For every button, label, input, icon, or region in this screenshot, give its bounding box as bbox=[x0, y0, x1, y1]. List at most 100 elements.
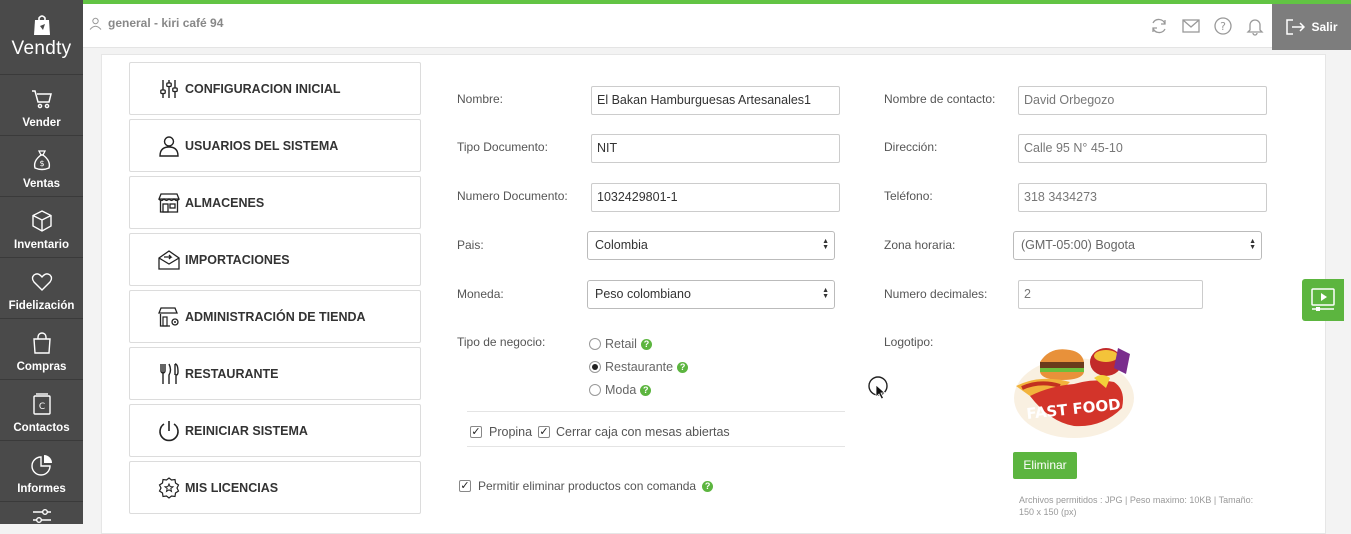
radio-retail[interactable]: Retail ? bbox=[589, 337, 652, 351]
radio-moda[interactable]: Moda ? bbox=[589, 383, 652, 397]
sidebar-item-label: Ventas bbox=[22, 178, 61, 190]
menu-usuarios-del-sistema[interactable]: USUARIOS DEL SISTEMA bbox=[129, 119, 421, 172]
sidebar-item-compras[interactable]: Compras bbox=[0, 319, 83, 380]
menu-label: RESTAURANTE bbox=[185, 366, 279, 381]
sidebar-item-label: Contactos bbox=[13, 422, 70, 434]
sidebar-item-informes[interactable]: Informes bbox=[0, 441, 83, 502]
zona-horaria-select[interactable]: (GMT-05:00) Bogota ▲ ▼ bbox=[1013, 231, 1262, 260]
top-bar: general - kiri café 94 ? Salir bbox=[83, 4, 1351, 50]
logout-label: Salir bbox=[1311, 20, 1338, 34]
menu-mis-licencias[interactable]: MIS LICENCIAS bbox=[129, 461, 421, 514]
svg-text:C: C bbox=[38, 402, 44, 412]
pais-label: Pais: bbox=[457, 238, 484, 252]
help-icon[interactable]: ? bbox=[1213, 16, 1233, 36]
logout-icon bbox=[1286, 19, 1306, 35]
menu-label: ADMINISTRACIÓN DE TIENDA bbox=[185, 309, 366, 324]
checkbox-label: Propina bbox=[489, 425, 533, 439]
propina-checkbox[interactable]: ✓ Propina bbox=[470, 425, 532, 439]
checkbox-box[interactable]: ✓ bbox=[538, 426, 550, 438]
menu-importaciones[interactable]: IMPORTACIONES bbox=[129, 233, 421, 286]
menu-reiniciar-sistema[interactable]: REINICIAR SISTEMA bbox=[129, 404, 421, 457]
menu-restaurante[interactable]: RESTAURANTE bbox=[129, 347, 421, 400]
sidebar-item-configuracion[interactable] bbox=[0, 502, 83, 524]
nombre-contacto-label: Nombre de contacto: bbox=[884, 92, 996, 106]
store-settings-icon bbox=[158, 306, 179, 327]
eliminar-button[interactable]: Eliminar bbox=[1013, 452, 1077, 479]
pais-select[interactable]: Colombia ▲ ▼ bbox=[587, 231, 835, 260]
checkbox-box[interactable]: ✓ bbox=[470, 426, 482, 438]
user-label: general - kiri café 94 bbox=[108, 16, 224, 30]
help-icon[interactable]: ? bbox=[640, 338, 652, 350]
user-icon bbox=[159, 135, 179, 157]
logout-button[interactable]: Salir bbox=[1272, 4, 1351, 50]
sliders-icon bbox=[160, 79, 178, 98]
tipo-documento-field[interactable]: NIT bbox=[591, 134, 840, 163]
sidebar-item-fidelizacion[interactable]: Fidelización bbox=[0, 258, 83, 319]
telefono-label: Teléfono: bbox=[884, 189, 933, 203]
checkbox-label: Cerrar caja con mesas abiertas bbox=[556, 425, 730, 439]
shopping-bag-icon bbox=[32, 332, 51, 354]
numero-decimales-label: Numero decimales: bbox=[884, 287, 988, 301]
video-tutorial-tab[interactable] bbox=[1302, 279, 1344, 321]
cutlery-icon bbox=[160, 362, 179, 384]
menu-administracion-de-tienda[interactable]: ADMINISTRACIÓN DE TIENDA bbox=[129, 290, 421, 343]
numero-documento-label: Numero Documento: bbox=[457, 189, 568, 203]
help-icon[interactable]: ? bbox=[640, 384, 652, 396]
help-icon[interactable]: ? bbox=[677, 361, 689, 373]
menu-label: CONFIGURACION INICIAL bbox=[185, 81, 341, 96]
tipo-negocio-label: Tipo de negocio: bbox=[457, 335, 546, 349]
sidebar-item-inventario[interactable]: Inventario bbox=[0, 197, 83, 258]
select-arrows-icon: ▲ ▼ bbox=[822, 238, 829, 251]
zona-horaria-value: (GMT-05:00) Bogota bbox=[1021, 238, 1135, 252]
mouse-cursor-icon bbox=[868, 376, 888, 400]
help-icon[interactable]: ? bbox=[702, 480, 714, 492]
radio-restaurante[interactable]: Restaurante ? bbox=[589, 360, 689, 374]
contacts-icon: C bbox=[32, 393, 51, 415]
store-icon bbox=[158, 192, 180, 213]
brand-name: Vendty bbox=[11, 38, 72, 59]
menu-label: IMPORTACIONES bbox=[185, 252, 290, 267]
menu-label: ALMACENES bbox=[185, 195, 265, 210]
zona-horaria-label: Zona horaria: bbox=[884, 238, 956, 252]
numero-decimales-field[interactable]: 2 bbox=[1018, 280, 1203, 309]
menu-almacenes[interactable]: ALMACENES bbox=[129, 176, 421, 229]
sidebar-item-ventas[interactable]: $ Ventas bbox=[0, 136, 83, 197]
moneda-label: Moneda: bbox=[457, 287, 504, 301]
telefono-field[interactable]: 318 3434273 bbox=[1018, 183, 1267, 212]
import-icon bbox=[158, 249, 180, 270]
vendty-logo-icon bbox=[33, 15, 50, 35]
nombre-field[interactable]: El Bakan Hamburguesas Artesanales1 bbox=[591, 86, 840, 115]
nombre-contacto-field[interactable]: David Orbegozo bbox=[1018, 86, 1267, 115]
checkbox-box[interactable]: ✓ bbox=[459, 480, 471, 492]
direccion-field[interactable]: Calle 95 N° 45-10 bbox=[1018, 134, 1267, 163]
sliders-icon bbox=[32, 508, 51, 523]
radio-circle-selected[interactable] bbox=[589, 361, 601, 373]
sidebar: Vendty Vender $ Ventas Inventario Fideli… bbox=[0, 0, 83, 524]
radio-circle[interactable] bbox=[589, 384, 601, 396]
sidebar-item-label: Fidelización bbox=[8, 300, 75, 312]
current-user[interactable]: general - kiri café 94 bbox=[89, 16, 223, 30]
sidebar-item-label: Inventario bbox=[14, 239, 69, 251]
permitir-eliminar-checkbox[interactable]: ✓ Permitir eliminar productos con comand… bbox=[459, 479, 714, 493]
menu-configuracion-inicial[interactable]: CONFIGURACION INICIAL bbox=[129, 62, 421, 115]
bell-icon[interactable] bbox=[1245, 16, 1265, 36]
menu-label: REINICIAR SISTEMA bbox=[185, 423, 308, 438]
mail-icon[interactable] bbox=[1181, 16, 1201, 36]
logotipo-label: Logotipo: bbox=[884, 335, 934, 349]
brand-logo[interactable]: Vendty bbox=[0, 0, 83, 75]
pais-value: Colombia bbox=[595, 238, 648, 252]
video-play-icon bbox=[1311, 288, 1335, 311]
svg-text:$: $ bbox=[39, 159, 44, 168]
cerrar-caja-checkbox[interactable]: ✓ Cerrar caja con mesas abiertas bbox=[538, 425, 730, 439]
radio-label: Restaurante bbox=[605, 360, 674, 374]
sidebar-item-label: Informes bbox=[17, 483, 66, 495]
sidebar-item-vender[interactable]: Vender bbox=[0, 75, 83, 136]
numero-documento-field[interactable]: 1032429801-1 bbox=[591, 183, 840, 212]
select-arrows-icon: ▲ ▼ bbox=[822, 287, 829, 300]
moneda-select[interactable]: Peso colombiano ▲ ▼ bbox=[587, 280, 835, 309]
radio-circle[interactable] bbox=[589, 338, 601, 350]
sync-icon[interactable] bbox=[1149, 16, 1169, 36]
power-icon bbox=[159, 420, 179, 441]
heart-icon bbox=[31, 273, 52, 291]
sidebar-item-contactos[interactable]: C Contactos bbox=[0, 380, 83, 441]
